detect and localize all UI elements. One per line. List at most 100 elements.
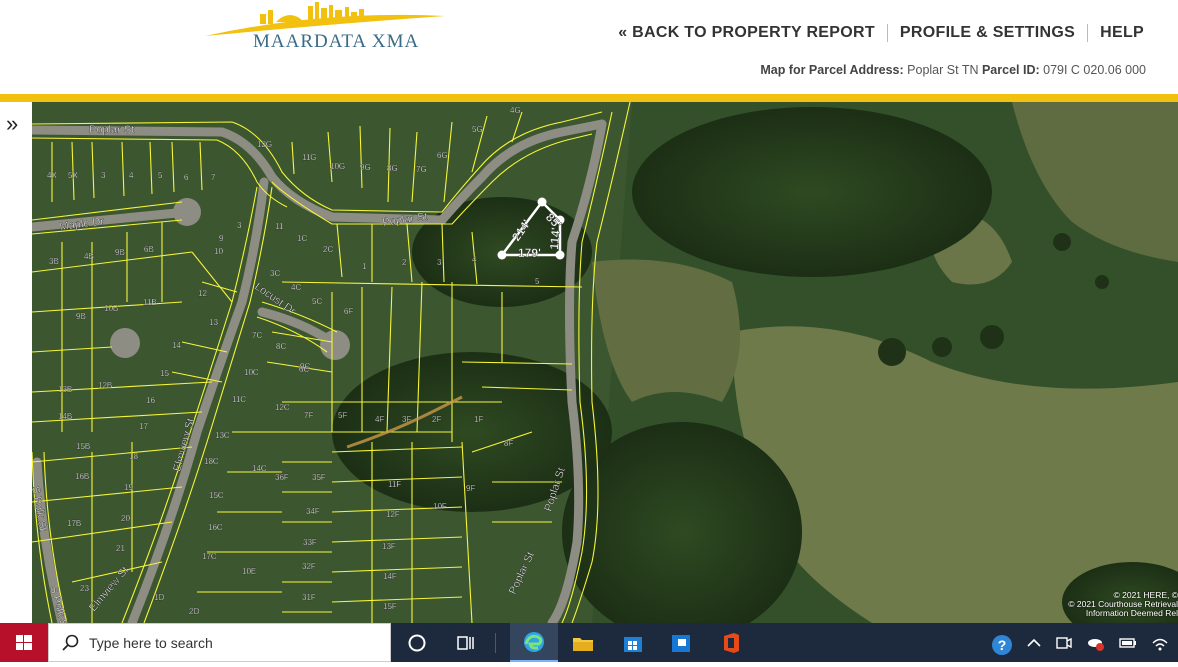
task-view-icon[interactable] (452, 630, 478, 656)
lot-label: 15B (76, 442, 90, 451)
side-panel: » (0, 102, 32, 623)
lot-label: 19 (124, 483, 133, 492)
network-error-icon[interactable] (1086, 633, 1106, 653)
lot-label: 15C (209, 491, 224, 500)
lot-label: 6 (184, 173, 189, 182)
measurement-label: 114' (547, 227, 563, 250)
store-icon[interactable] (620, 630, 646, 656)
edge-browser-icon (521, 629, 547, 655)
map-attribution: Information Deemed Rel (1086, 608, 1178, 618)
lot-label: 4F (375, 415, 384, 424)
lot-label: 1C (297, 234, 307, 243)
lot-label: 11G (302, 153, 317, 162)
lot-label: 32F (302, 562, 316, 571)
help-tray-icon[interactable]: ? (990, 633, 1014, 657)
lot-label: 10F (433, 502, 447, 511)
lot-label: 6G (437, 151, 448, 160)
meet-now-icon[interactable] (1054, 633, 1074, 653)
top-nav: « BACK TO PROPERTY REPORT PROFILE & SETT… (618, 24, 1144, 42)
lot-label: 16 (146, 396, 155, 405)
parcel-map[interactable]: 85' 214' 114' 179' Poplar St Poplar St M… (32, 102, 1178, 623)
lot-label: 21 (116, 544, 125, 553)
lot-label: 7 (211, 173, 216, 182)
lot-label: 11F (388, 480, 401, 489)
lot-label: 9C (300, 362, 310, 371)
lot-label: 23 (80, 584, 89, 593)
lot-label: 7G (416, 165, 427, 174)
lot-label: 2F (432, 415, 441, 424)
taskbar-search-box[interactable]: Type here to search (48, 623, 391, 662)
lot-label: 3 (101, 171, 106, 180)
battery-icon[interactable] (1118, 633, 1138, 653)
back-to-property-report-link[interactable]: « BACK TO PROPERTY REPORT (618, 24, 875, 42)
lot-label: 1D (154, 593, 164, 602)
lot-label: 5C (312, 297, 322, 306)
start-button[interactable] (0, 623, 48, 662)
search-icon (61, 633, 81, 653)
chevron-up-icon[interactable] (1024, 633, 1044, 653)
parcel-id-label: Parcel ID: (982, 63, 1040, 77)
street-label: Poplar St (89, 124, 134, 136)
lot-label: 35F (312, 473, 326, 482)
office-icon[interactable] (718, 630, 744, 656)
windows-logo-icon (0, 623, 48, 662)
lot-label: 4G (510, 106, 521, 115)
svg-text:?: ? (998, 637, 1007, 653)
lot-label: 10E (242, 567, 256, 576)
lot-label: 17C (202, 552, 217, 561)
lot-label: 2 (402, 258, 407, 267)
lot-label: 2D (189, 607, 199, 616)
search-placeholder: Type here to search (89, 635, 213, 651)
logo-text: MAARDATA XMA (253, 31, 419, 53)
lot-label: 4X (47, 171, 57, 180)
lot-label: 4 (129, 171, 134, 180)
lot-label: 36F (275, 473, 289, 482)
lot-label: 14B (58, 412, 72, 421)
lot-label: 12 (198, 289, 207, 298)
lot-label: 1F (474, 415, 483, 424)
file-explorer-icon[interactable] (570, 630, 596, 656)
lot-label: 12G (257, 140, 272, 149)
lot-label: 13 (209, 318, 218, 327)
lot-label: 5 (158, 171, 163, 180)
wifi-icon[interactable] (1150, 633, 1170, 653)
lot-label: 7C (252, 331, 262, 340)
lot-label: 4 (472, 255, 477, 264)
lot-label: 13B (58, 385, 72, 394)
lot-label: 31F (302, 593, 316, 602)
lot-label: 12C (275, 403, 290, 412)
lot-label: 10 (214, 247, 223, 256)
lot-label: 11 (275, 222, 284, 231)
parcel-id-value: 079I C 020.06 000 (1043, 63, 1146, 77)
lot-label: 34F (306, 507, 320, 516)
expand-panel-icon[interactable]: » (6, 114, 18, 134)
app-header: MAARDATA XMA « BACK TO PROPERTY REPORT P… (0, 0, 1178, 94)
lot-label: 10B (104, 304, 118, 313)
cortana-icon[interactable] (404, 630, 430, 656)
lot-label: 9G (360, 163, 371, 172)
nav-divider (887, 24, 888, 42)
profile-settings-link[interactable]: PROFILE & SETTINGS (900, 24, 1075, 42)
lot-label: 5 (535, 277, 540, 286)
lot-label: 2C (323, 245, 333, 254)
lot-label: 18C (204, 457, 219, 466)
lot-label: 12B (98, 381, 112, 390)
lot-label: 14 (172, 341, 181, 350)
help-link[interactable]: HELP (1100, 24, 1144, 42)
taskbar-divider (495, 633, 496, 653)
lot-label: 3 (437, 258, 442, 267)
windows-taskbar: Type here to search ? (0, 623, 1178, 662)
mail-app-icon[interactable] (668, 630, 694, 656)
lot-label: 5F (338, 411, 347, 420)
lot-label: 3C (270, 269, 280, 278)
lot-label: 15 (160, 369, 169, 378)
nav-divider (1087, 24, 1088, 42)
edge-taskbar-button[interactable] (510, 623, 558, 662)
aerial-map-canvas[interactable]: 85' 214' 114' 179' Poplar St Poplar St M… (32, 102, 1178, 623)
lot-label: 7F (304, 411, 313, 420)
lot-label: 33F (303, 538, 317, 547)
lot-label: 3B (49, 257, 59, 266)
lot-label: 13F (382, 542, 396, 551)
lot-label: 4B (84, 252, 94, 261)
lot-label: 13C (215, 431, 230, 440)
